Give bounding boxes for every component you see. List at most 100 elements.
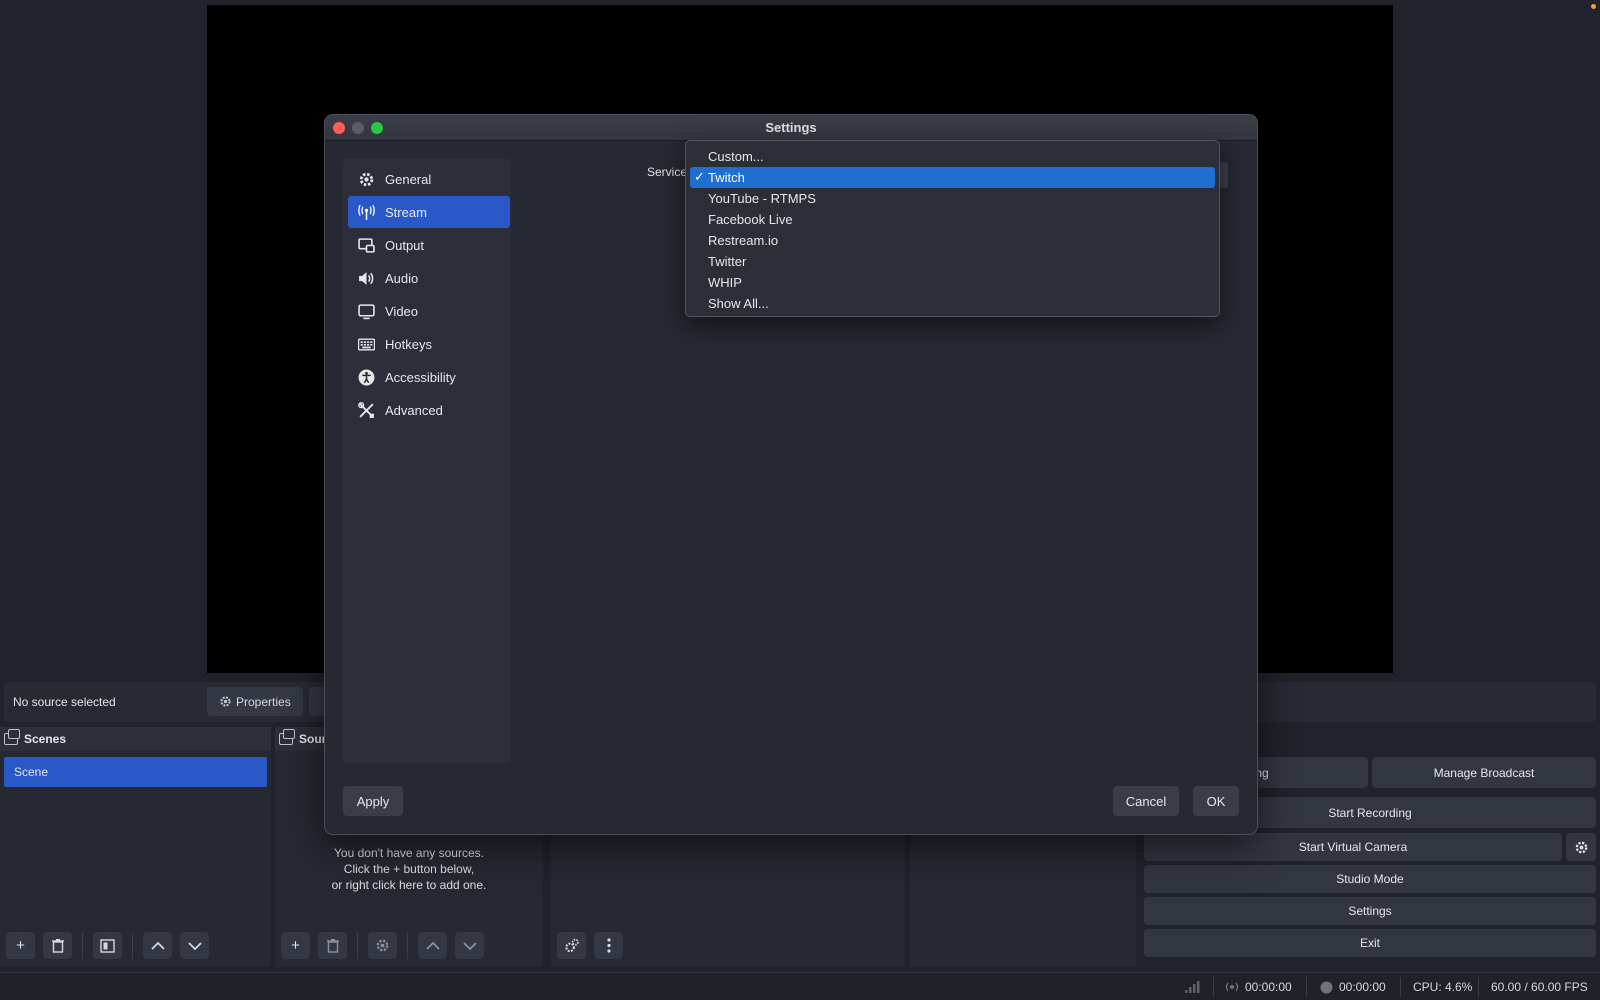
ok-label: OK: [1206, 793, 1226, 809]
service-dropdown-menu: Custom... ✓ Twitch YouTube - RTMPS Facebo…: [685, 140, 1220, 317]
toolbar-divider: [82, 932, 83, 959]
option-label: Restream.io: [708, 233, 779, 248]
start-virtual-camera-button[interactable]: Start Virtual Camera: [1144, 833, 1562, 861]
studio-mode-button[interactable]: Studio Mode: [1144, 865, 1596, 893]
nav-video[interactable]: Video: [348, 295, 510, 327]
mixer-menu-button[interactable]: [594, 932, 623, 959]
chevron-up-icon: [150, 941, 165, 950]
exit-label: Exit: [1359, 936, 1380, 950]
nav-output-label: Output: [385, 237, 425, 253]
service-select-edge[interactable]: [1220, 162, 1228, 188]
service-option-restream[interactable]: Restream.io: [690, 230, 1215, 251]
service-option-youtube[interactable]: YouTube - RTMPS: [690, 188, 1215, 209]
settings-button[interactable]: Settings: [1144, 897, 1596, 925]
nav-hotkeys-label: Hotkeys: [385, 336, 432, 352]
add-source-button[interactable]: +: [281, 932, 310, 959]
apply-button[interactable]: Apply: [343, 786, 403, 816]
empty-line-2: Click the + button below,: [343, 862, 475, 876]
nav-audio[interactable]: Audio: [348, 262, 510, 294]
move-source-down-button[interactable]: [455, 932, 484, 959]
studio-mode-label: Studio Mode: [1336, 872, 1404, 886]
record-icon: [1320, 981, 1333, 993]
move-scene-up-button[interactable]: [143, 932, 172, 959]
nav-stream[interactable]: Stream: [348, 196, 510, 228]
service-option-twitter[interactable]: Twitter: [690, 251, 1215, 272]
sources-title: Sour: [299, 732, 327, 746]
nav-advanced[interactable]: Advanced: [348, 394, 510, 426]
service-option-show-all[interactable]: Show All...: [690, 293, 1215, 314]
plus-icon: +: [16, 937, 25, 954]
nav-video-label: Video: [385, 303, 419, 319]
ok-button[interactable]: OK: [1193, 786, 1239, 816]
chevron-down-icon: [462, 941, 477, 950]
output-icon: [358, 237, 375, 253]
stream-time-value: 00:00:00: [1245, 980, 1292, 994]
broadcast-icon: [1225, 982, 1239, 992]
no-source-label: No source selected: [13, 695, 116, 709]
toolbar-divider: [357, 932, 358, 959]
cancel-button[interactable]: Cancel: [1113, 786, 1179, 816]
dock-icon: [279, 729, 295, 745]
service-option-whip[interactable]: WHIP: [690, 272, 1215, 293]
signal-bars-icon: [1185, 981, 1200, 993]
scene-filters-button[interactable]: [93, 932, 122, 959]
nav-general[interactable]: General: [348, 163, 510, 195]
properties-button[interactable]: Properties: [207, 687, 303, 716]
remove-scene-button[interactable]: [43, 932, 72, 959]
fps-readout: 60.00 / 60.00 FPS: [1491, 980, 1588, 994]
gear-icon: [220, 696, 231, 707]
record-time-value: 00:00:00: [1339, 980, 1386, 994]
nav-accessibility[interactable]: Accessibility: [348, 361, 510, 393]
dialog-title: Settings: [765, 120, 817, 135]
nav-accessibility-label: Accessibility: [385, 369, 456, 385]
dialog-titlebar[interactable]: Settings: [325, 115, 1257, 141]
gears-icon: [564, 938, 579, 953]
add-scene-button[interactable]: +: [6, 932, 35, 959]
cpu-usage: CPU: 4.6%: [1413, 980, 1472, 994]
nav-audio-label: Audio: [385, 270, 419, 286]
sources-empty-message[interactable]: You don't have any sources. Click the + …: [275, 845, 543, 893]
gear-icon: [376, 939, 389, 952]
status-divider: [1306, 977, 1307, 997]
gear-icon: [1575, 841, 1587, 853]
properties-label: Properties: [236, 694, 291, 709]
trash-icon: [51, 939, 64, 953]
option-label: WHIP: [708, 275, 742, 290]
manage-broadcast-button[interactable]: Manage Broadcast: [1372, 757, 1596, 788]
service-option-facebook[interactable]: Facebook Live: [690, 209, 1215, 230]
scene-list-item[interactable]: Scene: [4, 757, 267, 787]
remove-source-button[interactable]: [318, 932, 347, 959]
service-option-custom[interactable]: Custom...: [690, 146, 1215, 167]
virtual-camera-settings-button[interactable]: [1566, 833, 1596, 861]
nav-hotkeys[interactable]: Hotkeys: [348, 328, 510, 360]
nav-output[interactable]: Output: [348, 229, 510, 261]
exit-button[interactable]: Exit: [1144, 929, 1596, 957]
mixer-settings-button[interactable]: [557, 932, 586, 959]
mixer-toolbar: [557, 932, 623, 959]
cancel-label: Cancel: [1125, 793, 1167, 809]
move-source-up-button[interactable]: [418, 932, 447, 959]
plus-icon: +: [291, 937, 300, 954]
status-divider: [1478, 977, 1479, 997]
tools-icon: [358, 401, 374, 418]
start-virtual-camera-label: Start Virtual Camera: [1298, 840, 1408, 854]
speaker-icon: [359, 271, 374, 285]
keyboard-icon: [358, 337, 375, 351]
settings-label: Settings: [1348, 904, 1392, 918]
option-label: Facebook Live: [708, 212, 793, 227]
move-scene-down-button[interactable]: [180, 932, 209, 959]
service-option-twitch[interactable]: ✓ Twitch: [690, 167, 1215, 188]
source-properties-button[interactable]: [368, 932, 397, 959]
toolbar-divider: [132, 932, 133, 959]
option-label: Custom...: [708, 149, 764, 164]
cpu-usage-value: CPU: 4.6%: [1413, 980, 1473, 994]
start-recording-label: Start Recording: [1328, 805, 1412, 820]
record-time: 00:00:00: [1320, 980, 1386, 994]
status-divider: [1400, 977, 1401, 997]
toolbar-divider: [407, 932, 408, 959]
manage-broadcast-label: Manage Broadcast: [1433, 765, 1535, 780]
dock-icon: [4, 729, 20, 745]
more-vertical-icon: [606, 938, 611, 953]
option-label: Twitch: [708, 170, 745, 185]
accessibility-icon: [358, 369, 375, 385]
